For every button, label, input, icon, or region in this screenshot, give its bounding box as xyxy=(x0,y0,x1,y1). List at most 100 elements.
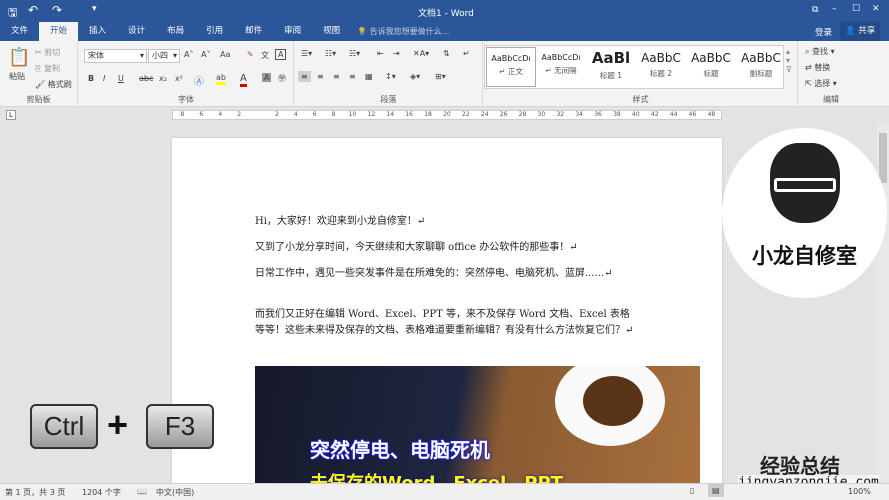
increase-indent-icon[interactable]: ⇥ xyxy=(393,49,400,58)
ruler-tick: 46 xyxy=(688,111,697,118)
ruler-tick: 26 xyxy=(499,111,508,118)
justify-button[interactable]: ≡ xyxy=(349,72,356,81)
tab-insert[interactable]: 插入 xyxy=(78,22,117,41)
clear-format-icon[interactable]: ✎ xyxy=(247,50,254,59)
f3-key: F3 xyxy=(146,404,214,449)
paste-icon[interactable]: 📋 xyxy=(8,47,30,68)
strikethrough-button[interactable]: abc xyxy=(139,74,153,83)
italic-button[interactable]: I xyxy=(103,74,105,83)
tab-view[interactable]: 视图 xyxy=(312,22,351,41)
ruler-tick: 6 xyxy=(312,111,317,118)
style-normal[interactable]: AaBbCcDı ↵ 正文 xyxy=(486,47,536,87)
ruler-tick: 48 xyxy=(707,111,716,118)
tab-mailings[interactable]: 邮件 xyxy=(234,22,273,41)
ruler-tick: 34 xyxy=(575,111,583,118)
tab-review[interactable]: 审阅 xyxy=(273,22,312,41)
tab-layout[interactable]: 布局 xyxy=(156,22,195,41)
maximize-button[interactable]: ☐ xyxy=(852,4,860,14)
ctrl-key: Ctrl xyxy=(30,404,98,449)
tab-design[interactable]: 设计 xyxy=(117,22,156,41)
char-border-icon[interactable]: A xyxy=(275,49,287,60)
font-name-select[interactable]: 宋体 ▾ xyxy=(84,49,147,63)
decrease-indent-icon[interactable]: ⇤ xyxy=(377,49,384,58)
highlight-icon[interactable]: ab xyxy=(216,73,226,85)
ruler-tick: 2 xyxy=(274,111,279,118)
read-mode-icon[interactable]: ▯ xyxy=(690,486,694,495)
style-heading2[interactable]: AaBbC 标题 2 xyxy=(636,47,686,87)
superscript-button[interactable]: x² xyxy=(175,74,183,83)
undo-icon[interactable]: ↶ xyxy=(28,3,38,17)
numbering-icon[interactable]: ☷▾ xyxy=(325,49,336,58)
customize-qat-icon[interactable]: ▾ xyxy=(92,4,97,14)
tab-references[interactable]: 引用 xyxy=(195,22,234,41)
ruler[interactable]: L 8 6 4 2 2 4 6 8 10 12 14 16 18 20 22 24 26 28 30 32 34 36 38… xyxy=(0,107,889,123)
zoom-level[interactable]: 100% xyxy=(848,487,871,496)
multilevel-list-icon[interactable]: ☵▾ xyxy=(349,49,360,58)
ruler-tick: 16 xyxy=(405,111,413,118)
change-case-button[interactable]: Aa xyxy=(220,50,230,59)
select-button[interactable]: ⇱ 选择 ▾ xyxy=(805,78,837,89)
tell-me-input[interactable]: 💡 告诉我您想要做什么... xyxy=(357,26,449,37)
borders-icon[interactable]: ⊞▾ xyxy=(435,72,446,81)
font-size-select[interactable]: 小四 ▾ xyxy=(148,49,180,63)
proofing-icon[interactable]: 📖 xyxy=(137,487,147,496)
align-center-button[interactable]: ≡ xyxy=(317,72,324,81)
print-layout-icon[interactable]: ▤ xyxy=(708,484,724,497)
scrollbar-thumb[interactable] xyxy=(879,133,887,183)
subscript-button[interactable]: x₂ xyxy=(159,74,167,83)
logo-text: 小龙自修室 xyxy=(752,244,857,268)
bold-button[interactable]: B xyxy=(88,74,94,83)
save-icon[interactable]: 🖫 xyxy=(8,4,17,23)
style-subtitle[interactable]: AaBbC 副标题 xyxy=(736,47,786,87)
word-count[interactable]: 1204 个字 xyxy=(82,487,121,498)
redo-icon[interactable]: ↷ xyxy=(52,3,62,17)
asian-layout-icon[interactable]: ✕A▾ xyxy=(413,49,429,58)
copy-button[interactable]: ⎘ 复制 xyxy=(35,63,60,74)
ruler-tick xyxy=(249,111,268,119)
tab-home[interactable]: 开始 xyxy=(39,22,79,41)
char-shading-icon[interactable]: A xyxy=(262,73,272,82)
style-heading1[interactable]: AaBl 标题 1 xyxy=(586,47,636,87)
page-count[interactable]: 第 1 页，共 3 页 xyxy=(5,487,65,498)
grow-font-button[interactable]: A˄ xyxy=(184,50,193,59)
styles-scroll-icon[interactable]: ▴ ▾ ⊽ xyxy=(786,47,792,74)
paste-button[interactable]: 粘贴 xyxy=(9,71,25,82)
document-page[interactable]: Hi，大家好！欢迎来到小龙自修室！↵ 又到了小龙分享时间，今天继续和大家聊聊 o… xyxy=(172,138,722,483)
style-sample: AaBbCcDı xyxy=(541,53,581,62)
font-color-icon[interactable]: A xyxy=(240,73,247,87)
ruler-tick: 40 xyxy=(632,111,640,118)
enclose-char-icon[interactable]: ㊫ xyxy=(278,73,286,84)
find-button[interactable]: ⌕ 查找 ▾ xyxy=(805,46,835,57)
document-image[interactable]: 突然停电、电脑死机 未保存的Word、Excel、PPT xyxy=(255,366,700,483)
image-caption: 突然停电、电脑死机 xyxy=(310,438,490,462)
ruler-tick: 32 xyxy=(556,111,565,118)
bullets-icon[interactable]: ☰▾ xyxy=(301,49,312,58)
style-title[interactable]: AaBbC 标题 xyxy=(686,47,736,87)
cut-button[interactable]: ✂ 剪切 xyxy=(35,47,60,58)
phonetic-icon[interactable]: 文 xyxy=(261,50,269,61)
minimize-button[interactable]: – xyxy=(832,4,837,14)
replace-button[interactable]: ⇄ 替换 xyxy=(805,62,830,73)
distributed-button[interactable]: ▦ xyxy=(365,72,373,81)
underline-button[interactable]: U xyxy=(118,74,124,83)
align-left-button[interactable]: ≡ xyxy=(298,71,311,82)
text-effects-icon[interactable]: Ⓐ xyxy=(194,73,204,88)
ruler-bar: 8 6 4 2 2 4 6 8 10 12 14 16 18 20 22 24 26 28 30 32 34 36 38 40… xyxy=(172,110,722,120)
share-button[interactable]: 👤 共享 xyxy=(840,22,881,41)
tab-file[interactable]: 文件 xyxy=(0,22,39,41)
style-sample: AaBbCcDı xyxy=(491,54,531,63)
format-painter-button[interactable]: 🖌 格式刷 xyxy=(35,79,72,90)
find-label: 查找 xyxy=(812,47,829,56)
style-no-spacing[interactable]: AaBbCcDı ↵ 无间隔 xyxy=(536,47,586,87)
ribbon-display-icon[interactable]: ⧉ xyxy=(812,5,818,15)
shrink-font-button[interactable]: A˅ xyxy=(201,50,210,59)
close-button[interactable]: ✕ xyxy=(872,4,880,14)
shading-icon[interactable]: ◈▾ xyxy=(410,72,420,81)
line-spacing-icon[interactable]: ↕▾ xyxy=(385,72,396,81)
login-link[interactable]: 登录 xyxy=(815,26,832,38)
show-marks-icon[interactable]: ↵ xyxy=(463,49,470,58)
language[interactable]: 中文(中国) xyxy=(156,487,194,498)
tab-selector[interactable]: L xyxy=(6,110,16,120)
align-right-button[interactable]: ≡ xyxy=(333,72,340,81)
sort-icon[interactable]: ⇅ xyxy=(443,49,450,58)
